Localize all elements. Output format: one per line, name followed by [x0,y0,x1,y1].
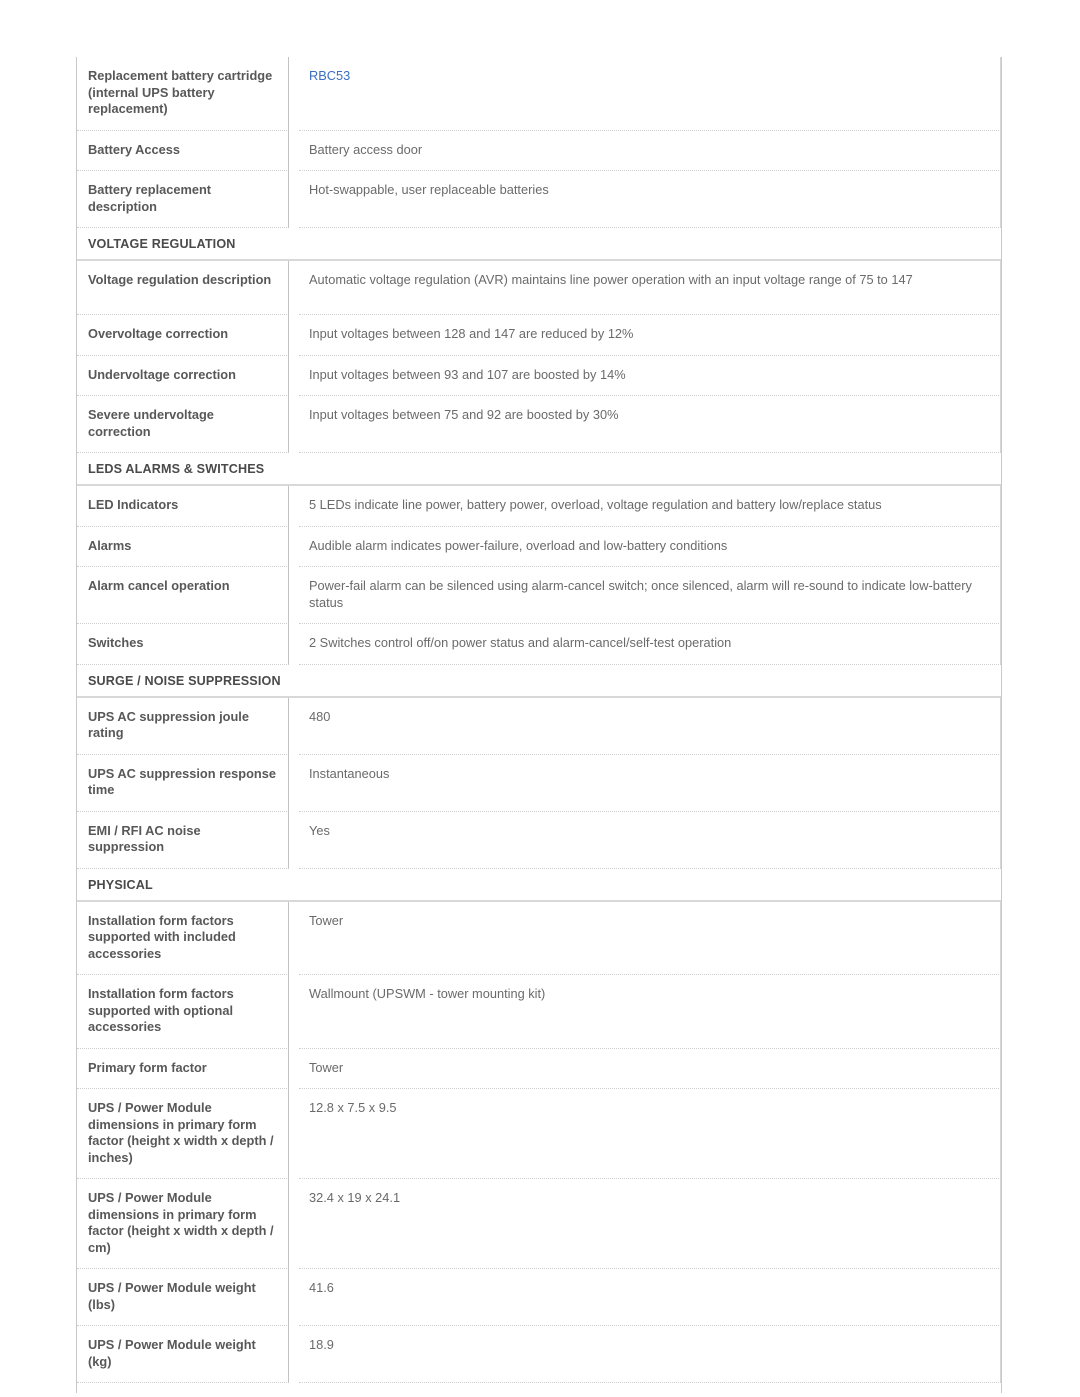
table-row: Alarms Audible alarm indicates power-fail… [77,526,1001,567]
table-row: UPS / Power Module weight (kg) 18.9 [77,1326,1001,1383]
spec-value: Battery access door [299,130,1001,171]
spec-label: UPS / Power Module dimensions in primary… [77,1179,289,1269]
spec-value: 12.8 x 7.5 x 9.5 [299,1089,1001,1179]
table-row: UPS AC suppression joule rating 480 [77,697,1001,755]
table-row: Battery Access Battery access door [77,130,1001,171]
table-row: Replacement battery cartridge (internal … [77,57,1001,131]
table-row: Undervoltage correction Input voltages be… [77,355,1001,396]
spec-label: Overvoltage correction [77,315,289,356]
spec-value: Hot-swappable, user replaceable batterie… [299,171,1001,228]
spec-label: Alarms [77,526,289,567]
spec-value: 32.4 x 19 x 24.1 [299,1179,1001,1269]
spec-value: RBC53 [299,57,1001,131]
table-row: LED Indicators 5 LEDs indicate line power… [77,486,1001,527]
table-row: UPS / Power Module dimensions in primary… [77,1179,1001,1269]
spec-sheet-page: Replacement battery cartridge (internal … [0,0,1080,1397]
spec-value: 5 LEDs indicate line power, battery powe… [299,486,1001,527]
spec-value: Audible alarm indicates power-failure, o… [299,526,1001,567]
spec-label: UPS / Power Module dimensions in primary… [77,1089,289,1179]
spec-value: 480 [299,697,1001,755]
table-row: EMI / RFI AC noise suppression Yes [77,811,1001,869]
spec-value: Tower [299,901,1001,975]
spec-value: Automatic voltage regulation (AVR) maint… [299,261,1001,315]
table-row: Installation form factors supported with… [77,975,1001,1049]
table-row: Battery replacement description Hot-swapp… [77,171,1001,228]
table-bottom-rail [77,1383,1001,1393]
section-heading: SURGE / NOISE SUPPRESSION [77,664,1001,698]
spec-label: Severe undervoltage correction [77,396,289,453]
table-row: UPS / Power Module weight (lbs) 41.6 [77,1269,1001,1326]
spec-label: Primary form factor [77,1048,289,1089]
spec-label: EMI / RFI AC noise suppression [77,811,289,869]
spec-value: Yes [299,811,1001,869]
spec-label: Battery replacement description [77,171,289,228]
spec-value: Input voltages between 128 and 147 are r… [299,315,1001,356]
spec-value: 41.6 [299,1269,1001,1326]
table-row: Installation form factors supported with… [77,901,1001,975]
specifications-table: Replacement battery cartridge (internal … [76,57,1002,1393]
spec-label: Voltage regulation description [77,261,289,315]
spec-value: Instantaneous [299,754,1001,812]
spec-label: UPS AC suppression response time [77,754,289,812]
replacement-battery-link[interactable]: RBC53 [309,68,350,83]
spec-value: Input voltages between 93 and 107 are bo… [299,355,1001,396]
spec-value: Input voltages between 75 and 92 are boo… [299,396,1001,453]
spec-label: Switches [77,624,289,665]
table-row: Overvoltage correction Input voltages bet… [77,315,1001,356]
spec-label: UPS / Power Module weight (kg) [77,1326,289,1383]
spec-value: Tower [299,1048,1001,1089]
spec-label: LED Indicators [77,486,289,527]
spec-label: UPS / Power Module weight (lbs) [77,1269,289,1326]
spec-value: Power-fail alarm can be silenced using a… [299,567,1001,624]
spec-label: Battery Access [77,130,289,171]
section-heading: VOLTAGE REGULATION [77,228,1001,261]
table-row: UPS / Power Module dimensions in primary… [77,1089,1001,1179]
spec-label: UPS AC suppression joule rating [77,697,289,755]
section-heading: LEDS ALARMS & SWITCHES [77,453,1001,486]
spec-label: Undervoltage correction [77,355,289,396]
table-row: Alarm cancel operation Power-fail alarm c… [77,567,1001,624]
spec-value: 2 Switches control off/on power status a… [299,624,1001,665]
spec-label: Alarm cancel operation [77,567,289,624]
table-row: Primary form factor Tower [77,1048,1001,1089]
spec-label: Installation form factors supported with… [77,901,289,975]
table-row: Switches 2 Switches control off/on power … [77,624,1001,665]
table-row: Severe undervoltage correction Input volt… [77,396,1001,453]
spec-label: Installation form factors supported with… [77,975,289,1049]
table-row: Voltage regulation description Automatic … [77,261,1001,315]
table-row: UPS AC suppression response time Instanta… [77,754,1001,812]
section-heading: PHYSICAL [77,868,1001,902]
spec-value: 18.9 [299,1326,1001,1383]
spec-value: Wallmount (UPSWM - tower mounting kit) [299,975,1001,1049]
spec-label: Replacement battery cartridge (internal … [77,57,289,131]
